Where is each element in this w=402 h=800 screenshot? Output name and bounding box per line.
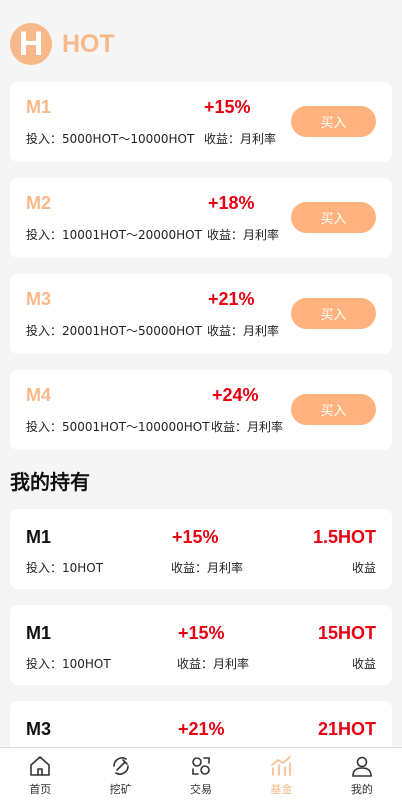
holding-income: 收益 — [351, 657, 376, 671]
tab-label: 基金 — [270, 783, 293, 796]
holdings-section-title: 我的持有 — [10, 470, 90, 494]
mining-icon — [112, 757, 129, 775]
buy-button[interactable]: 买入 — [291, 298, 376, 329]
fund-name: M2 — [26, 193, 52, 213]
tab-label: 我的 — [350, 783, 373, 796]
fund-invest-range: 投入：5000HOT～10000HOT — [26, 132, 195, 146]
tab-exchange[interactable]: 交易 — [161, 748, 241, 800]
fund-yield-type: 收益：月利率 — [207, 324, 280, 338]
fund-rate: +15% — [204, 97, 251, 117]
holding-rate: +15% — [178, 623, 225, 643]
fund-rate: +21% — [208, 289, 255, 309]
bottom-tab-bar: 首页 挖矿 交易 基金 我的 — [0, 747, 402, 800]
holding-rate: +15% — [172, 527, 219, 547]
holding-invest: 投入：10HOT — [26, 561, 104, 575]
tab-label: 首页 — [29, 783, 52, 796]
fund-card: M2 +18% 投入：10001HOT～20000HOT 收益：月利率 买入 — [10, 178, 392, 258]
holding-yield-type: 收益：月利率 — [177, 657, 250, 671]
holding-invest: 投入：100HOT — [26, 657, 111, 671]
holding-name: M3 — [26, 719, 52, 739]
fund-name: M1 — [26, 97, 52, 117]
app-header: H HOT — [10, 22, 115, 66]
holding-amount: 21HOT — [317, 719, 376, 739]
fund-rate: +24% — [212, 385, 259, 405]
fund-yield-type: 收益：月利率 — [204, 132, 277, 146]
holding-card[interactable]: M1 +15% 1.5HOT 投入：10HOT 收益：月利率 收益 — [10, 509, 392, 589]
tab-mining[interactable]: 挖矿 — [80, 748, 160, 800]
fund-yield-type: 收益：月利率 — [207, 228, 280, 242]
fund-yield-type: 收益：月利率 — [211, 420, 284, 434]
holding-name: M1 — [26, 623, 52, 643]
fund-invest-range: 投入：10001HOT～20000HOT — [26, 228, 202, 242]
fund-chart-icon — [271, 756, 292, 776]
tab-label: 交易 — [190, 783, 213, 796]
hot-logo-icon: H — [10, 23, 52, 65]
tab-mine[interactable]: 我的 — [322, 748, 402, 800]
fund-name: M4 — [26, 385, 52, 405]
fund-card: M3 +21% 投入：20001HOT～50000HOT 收益：月利率 买入 — [10, 274, 392, 354]
holding-name: M1 — [26, 527, 52, 547]
holding-amount: 1.5HOT — [312, 527, 376, 547]
holding-rate: +21% — [178, 719, 225, 739]
holding-amount: 15HOT — [317, 623, 376, 643]
fund-invest-range: 投入：50001HOT～100000HOT — [26, 420, 210, 434]
tab-fund[interactable]: 基金 — [241, 748, 321, 800]
exchange-icon — [192, 757, 210, 775]
holding-income: 收益 — [351, 561, 376, 575]
holding-yield-type: 收益：月利率 — [171, 561, 244, 575]
fund-card: M4 +24% 投入：50001HOT～100000HOT 收益：月利率 买入 — [10, 370, 392, 450]
tab-label: 挖矿 — [109, 783, 132, 796]
buy-button[interactable]: 买入 — [291, 394, 376, 425]
fund-card: M1 +15% 投入：5000HOT～10000HOT 收益：月利率 买入 — [10, 82, 392, 162]
buy-button[interactable]: 买入 — [291, 202, 376, 233]
app-title: HOT — [62, 29, 115, 58]
holding-card[interactable]: M1 +15% 15HOT 投入：100HOT 收益：月利率 收益 — [10, 605, 392, 685]
fund-invest-range: 投入：20001HOT～50000HOT — [26, 324, 202, 338]
user-icon — [352, 756, 372, 777]
buy-button[interactable]: 买入 — [291, 106, 376, 137]
tab-home[interactable]: 首页 — [0, 748, 80, 800]
home-icon — [30, 756, 51, 776]
fund-name: M3 — [26, 289, 52, 309]
fund-rate: +18% — [208, 193, 255, 213]
